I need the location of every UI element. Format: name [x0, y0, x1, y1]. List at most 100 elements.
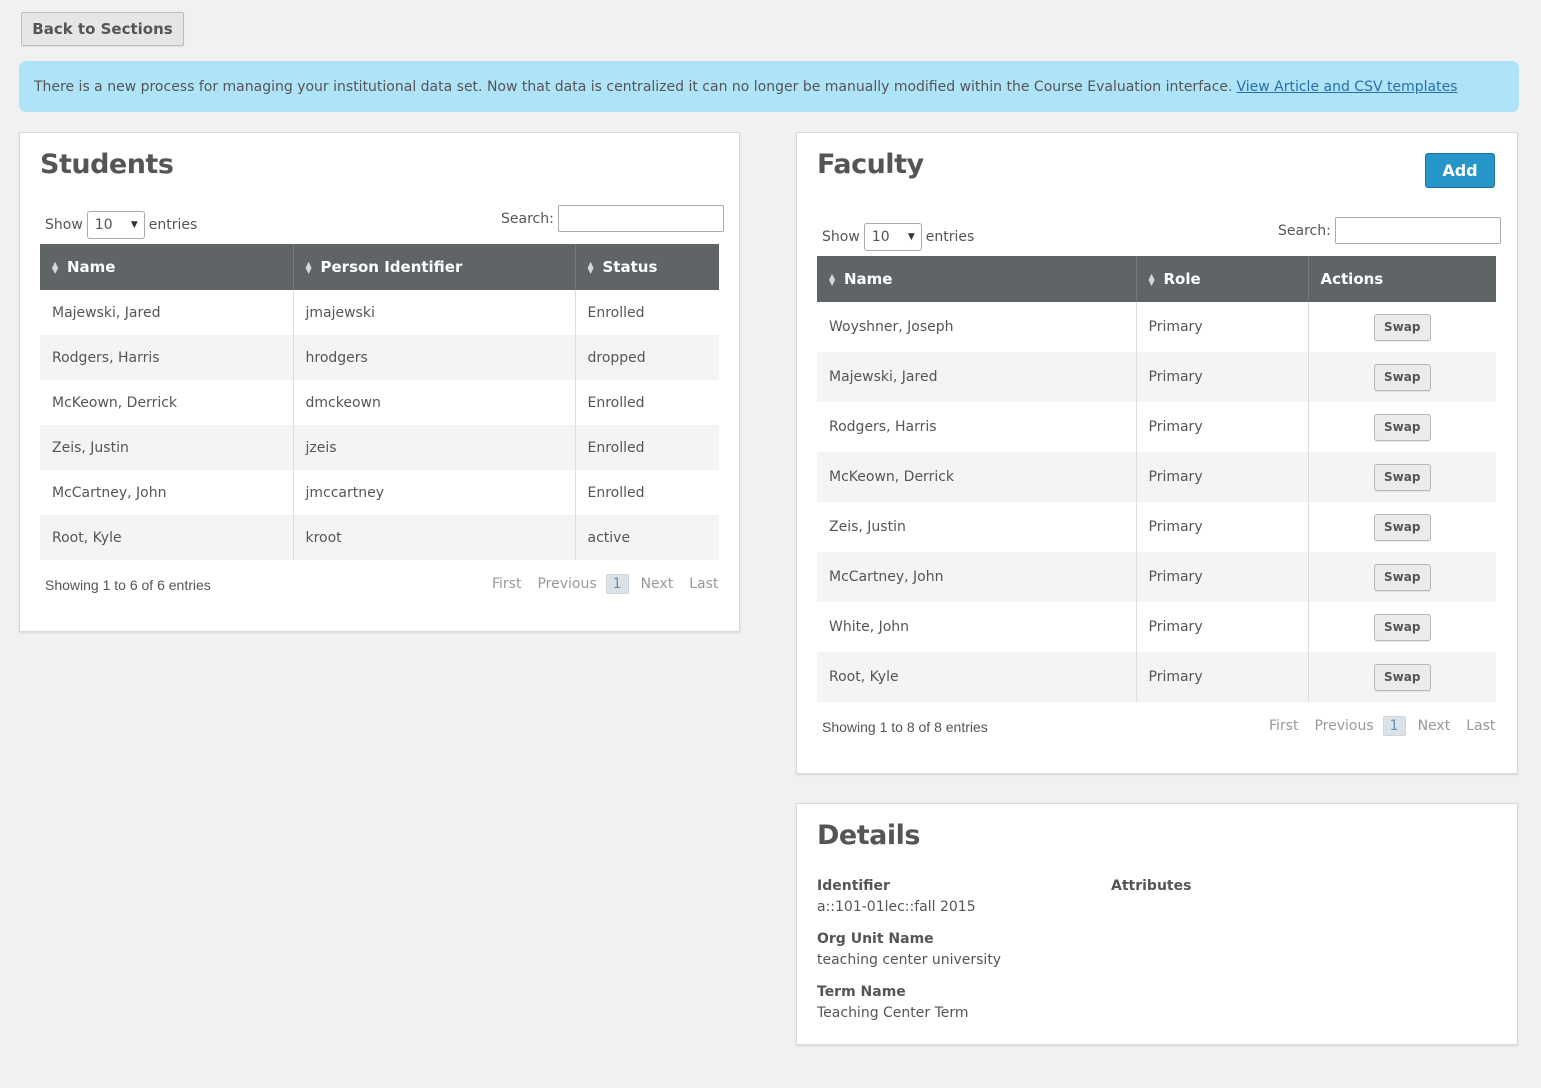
cell-role: Primary — [1136, 402, 1309, 452]
sort-icon: ▲ ▼ — [1148, 271, 1155, 287]
faculty-table: ▲ ▼ Name ▲ ▼ Role Actions Woyshner, Joseph P… — [817, 256, 1496, 702]
faculty-search-label: Search: — [1278, 222, 1331, 239]
pager-first[interactable]: First — [492, 576, 521, 592]
cell-status: Enrolled — [575, 470, 719, 515]
cell-status: Enrolled — [575, 290, 719, 335]
notice-text: There is a new process for managing your… — [34, 78, 1233, 95]
swap-button[interactable]: Swap — [1373, 313, 1431, 341]
faculty-show-label: Show — [822, 229, 860, 245]
faculty-title: Faculty — [817, 149, 924, 180]
students-entries-label: entries — [148, 217, 198, 233]
table-row: Majewski, Jared Primary Swap — [817, 352, 1496, 402]
pager-next[interactable]: Next — [1418, 718, 1451, 734]
cell-role: Primary — [1136, 602, 1309, 652]
cell-name: McKeown, Derrick — [817, 452, 1137, 502]
students-entries-value: 10 — [94, 217, 113, 233]
cell-actions: Swap — [1308, 502, 1496, 552]
column-header-person-identifier[interactable]: ▲ ▼ Person Identifier — [293, 244, 576, 290]
cell-actions: Swap — [1308, 602, 1496, 652]
students-table-info: Showing 1 to 6 of 6 entries — [45, 577, 211, 593]
term-name-label: Term Name — [817, 984, 906, 1000]
cell-role: Primary — [1136, 352, 1309, 402]
table-row: Majewski, Jared jmajewski Enrolled — [40, 290, 719, 335]
cell-name: Zeis, Justin — [817, 502, 1137, 552]
cell-actions: Swap — [1308, 352, 1496, 402]
sort-icon: ▲ ▼ — [829, 271, 836, 287]
org-unit-value: teaching center university — [817, 952, 1002, 968]
students-pagination: First Previous 1 Next Last — [492, 574, 718, 594]
cell-name: White, John — [817, 602, 1137, 652]
students-show-label: Show — [45, 217, 83, 233]
cell-name: Rodgers, Harris — [817, 402, 1137, 452]
column-header-name[interactable]: ▲ ▼ Name — [40, 244, 294, 290]
students-search-input[interactable] — [557, 205, 724, 232]
cell-role: Primary — [1136, 452, 1309, 502]
column-header-status[interactable]: ▲ ▼ Status — [575, 244, 719, 290]
cell-actions: Swap — [1308, 652, 1496, 702]
faculty-table-info: Showing 1 to 8 of 8 entries — [822, 719, 988, 735]
cell-status: Enrolled — [575, 380, 719, 425]
faculty-entries-select[interactable]: 10 ▼ — [863, 223, 922, 251]
students-entries-select[interactable]: 10 ▼ — [86, 211, 145, 239]
cell-name: Majewski, Jared — [40, 290, 294, 335]
students-header-row: ▲ ▼ Name ▲ ▼ Person Identifier ▲ ▼ Status — [40, 244, 719, 290]
swap-button[interactable]: Swap — [1373, 563, 1431, 591]
students-search-label: Search: — [501, 210, 554, 227]
sort-icon: ▲ ▼ — [52, 259, 59, 275]
back-to-sections-button[interactable]: Back to Sections — [21, 12, 184, 46]
swap-button[interactable]: Swap — [1373, 613, 1431, 641]
swap-button[interactable]: Swap — [1373, 463, 1431, 491]
swap-button[interactable]: Swap — [1373, 513, 1431, 541]
cell-role: Primary — [1136, 552, 1309, 602]
faculty-search-input[interactable] — [1334, 217, 1501, 244]
column-header-label: Person Identifier — [320, 258, 463, 276]
cell-actions: Swap — [1308, 552, 1496, 602]
pager-previous[interactable]: Previous — [1314, 718, 1373, 734]
table-row: Woyshner, Joseph Primary Swap — [817, 302, 1496, 352]
cell-name: McCartney, John — [40, 470, 294, 515]
details-panel: Details Identifier a::101-01lec::fall 20… — [796, 803, 1518, 1045]
swap-button[interactable]: Swap — [1373, 413, 1431, 441]
details-title: Details — [817, 820, 920, 851]
cell-actions: Swap — [1308, 402, 1496, 452]
cell-person-identifier: kroot — [293, 515, 576, 560]
info-notice-banner: There is a new process for managing your… — [19, 61, 1519, 112]
cell-person-identifier: jmccartney — [293, 470, 576, 515]
column-header-name[interactable]: ▲ ▼ Name — [817, 256, 1137, 302]
table-row: McCartney, John jmccartney Enrolled — [40, 470, 719, 515]
identifier-value: a::101-01lec::fall 2015 — [817, 899, 976, 915]
cell-name: Zeis, Justin — [40, 425, 294, 470]
table-row: Root, Kyle kroot active — [40, 515, 719, 560]
pager-last[interactable]: Last — [689, 576, 718, 592]
column-header-label: Role — [1163, 270, 1201, 288]
faculty-panel: Faculty Add Show 10 ▼ entries Search: ▲ ▼… — [796, 132, 1518, 774]
column-header-role[interactable]: ▲ ▼ Role — [1136, 256, 1309, 302]
sort-icon: ▲ ▼ — [305, 259, 312, 275]
pager-first[interactable]: First — [1269, 718, 1298, 734]
cell-name: Majewski, Jared — [817, 352, 1137, 402]
cell-name: Woyshner, Joseph — [817, 302, 1137, 352]
chevron-down-icon: ▼ — [907, 232, 915, 242]
pager-page-1[interactable]: 1 — [1382, 716, 1406, 736]
swap-button[interactable]: Swap — [1373, 363, 1431, 391]
faculty-pagination: First Previous 1 Next Last — [1269, 716, 1495, 736]
swap-button[interactable]: Swap — [1373, 663, 1431, 691]
table-row: McCartney, John Primary Swap — [817, 552, 1496, 602]
table-row: Rodgers, Harris Primary Swap — [817, 402, 1496, 452]
cell-person-identifier: dmckeown — [293, 380, 576, 425]
pager-next[interactable]: Next — [641, 576, 674, 592]
cell-name: McCartney, John — [817, 552, 1137, 602]
table-row: Rodgers, Harris hrodgers dropped — [40, 335, 719, 380]
students-length-control: Show 10 ▼ entries — [45, 211, 197, 239]
add-faculty-button[interactable]: Add — [1425, 153, 1495, 188]
cell-role: Primary — [1136, 652, 1309, 702]
pager-last[interactable]: Last — [1466, 718, 1495, 734]
column-header-label: Actions — [1320, 270, 1384, 288]
view-article-link[interactable]: View Article and CSV templates — [1236, 79, 1457, 95]
cell-status: dropped — [575, 335, 719, 380]
column-header-label: Status — [602, 258, 658, 276]
pager-page-1[interactable]: 1 — [605, 574, 629, 594]
pager-previous[interactable]: Previous — [537, 576, 596, 592]
column-header-label: Name — [844, 270, 893, 288]
column-header-actions: Actions — [1308, 256, 1496, 302]
